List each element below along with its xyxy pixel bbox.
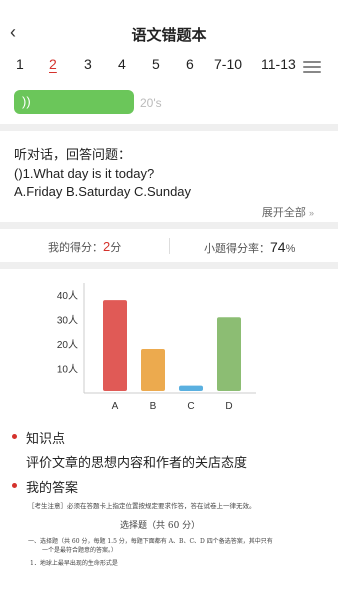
question-text: ()1.What day is it today? [14, 166, 155, 181]
bar-a [103, 300, 127, 391]
knowledge-title: 知识点 [26, 431, 66, 446]
app-header: ‹ 语文错题本 [0, 0, 338, 62]
x-tick-label: B [150, 401, 157, 412]
tab-11-13[interactable]: 11-13 [261, 56, 296, 72]
score-divider [169, 238, 170, 254]
divider [0, 262, 338, 269]
question-options: A.Friday B.Saturday C.Sunday [14, 184, 192, 199]
section-bullet [12, 434, 17, 439]
score-row: 我的得分：2分 小题得分率：74% [0, 230, 338, 260]
y-tick-label: 10人 [57, 364, 78, 376]
tab-6[interactable]: 6 [186, 56, 194, 72]
expand-all-button[interactable]: 展开全部 » [262, 204, 314, 220]
page-title: 语文错题本 [131, 27, 207, 44]
paper-line: ［考生注意］必须在答题卡上指定位置按规定要求作答，答在试卷上一律无效。 [28, 502, 256, 510]
y-tick-label: 40人 [57, 290, 78, 302]
my-score-unit: 分 [110, 242, 122, 254]
answer-distribution-chart: 10人 20人 30人 40人 A B C D [57, 283, 256, 412]
divider [0, 222, 338, 229]
bar-d [217, 317, 241, 391]
tab-7-10[interactable]: 7-10 [214, 56, 242, 72]
my-score: 我的得分：2分 [48, 239, 121, 255]
x-tick-label: A [112, 401, 119, 412]
score-rate-label: 小题得分率： [204, 243, 270, 255]
speaker-wave-icon: )) [22, 94, 31, 109]
tab-3[interactable]: 3 [84, 56, 92, 72]
knowledge-text: 评价文章的思想内容和作者的关店态度 [26, 455, 248, 470]
answer-title: 我的答案 [26, 480, 79, 495]
hamburger-menu-icon[interactable] [303, 61, 321, 73]
expand-all-label: 展开全部 [261, 207, 306, 219]
y-tick-label: 30人 [57, 315, 78, 327]
tab-4[interactable]: 4 [118, 56, 126, 72]
score-rate: 小题得分率：74% [204, 239, 295, 256]
question-tabs: 1 2 3 4 5 6 7-10 11-13 [0, 56, 338, 80]
divider [0, 124, 338, 131]
section-bullet [12, 483, 17, 488]
paper-line: 一、选择题（共 60 分，每题 1.5 分，每题下面都有 A、B、C、D 四个备… [28, 538, 273, 545]
tab-1[interactable]: 1 [16, 56, 24, 72]
double-chevron-down-icon: » [308, 208, 314, 218]
bar-c [179, 385, 203, 391]
audio-play-button[interactable]: )) [14, 90, 134, 114]
paper-line: 选择题（共 60 分） [120, 521, 201, 531]
paper-line: 1．地球上最早出现的生命形式是 [30, 560, 118, 567]
tab-5[interactable]: 5 [152, 56, 160, 72]
audio-duration: 20's [140, 96, 162, 110]
my-score-label: 我的得分： [48, 242, 103, 254]
question-intro: 听对话，回答问题： [14, 147, 132, 162]
x-tick-label: D [225, 401, 232, 412]
paper-line: 一个是最符合题意的答案。） [42, 547, 118, 554]
tab-2[interactable]: 2 [49, 56, 57, 72]
answer-sheet-image[interactable]: ［考生注意］必须在答题卡上指定位置按规定要求作答，答在试卷上一律无效。 选择题（… [28, 500, 318, 580]
y-tick-label: 20人 [57, 339, 78, 351]
bar-b [141, 349, 165, 391]
score-rate-unit: % [285, 243, 296, 255]
score-rate-value: 74 [270, 239, 286, 255]
x-tick-label: C [187, 401, 194, 412]
